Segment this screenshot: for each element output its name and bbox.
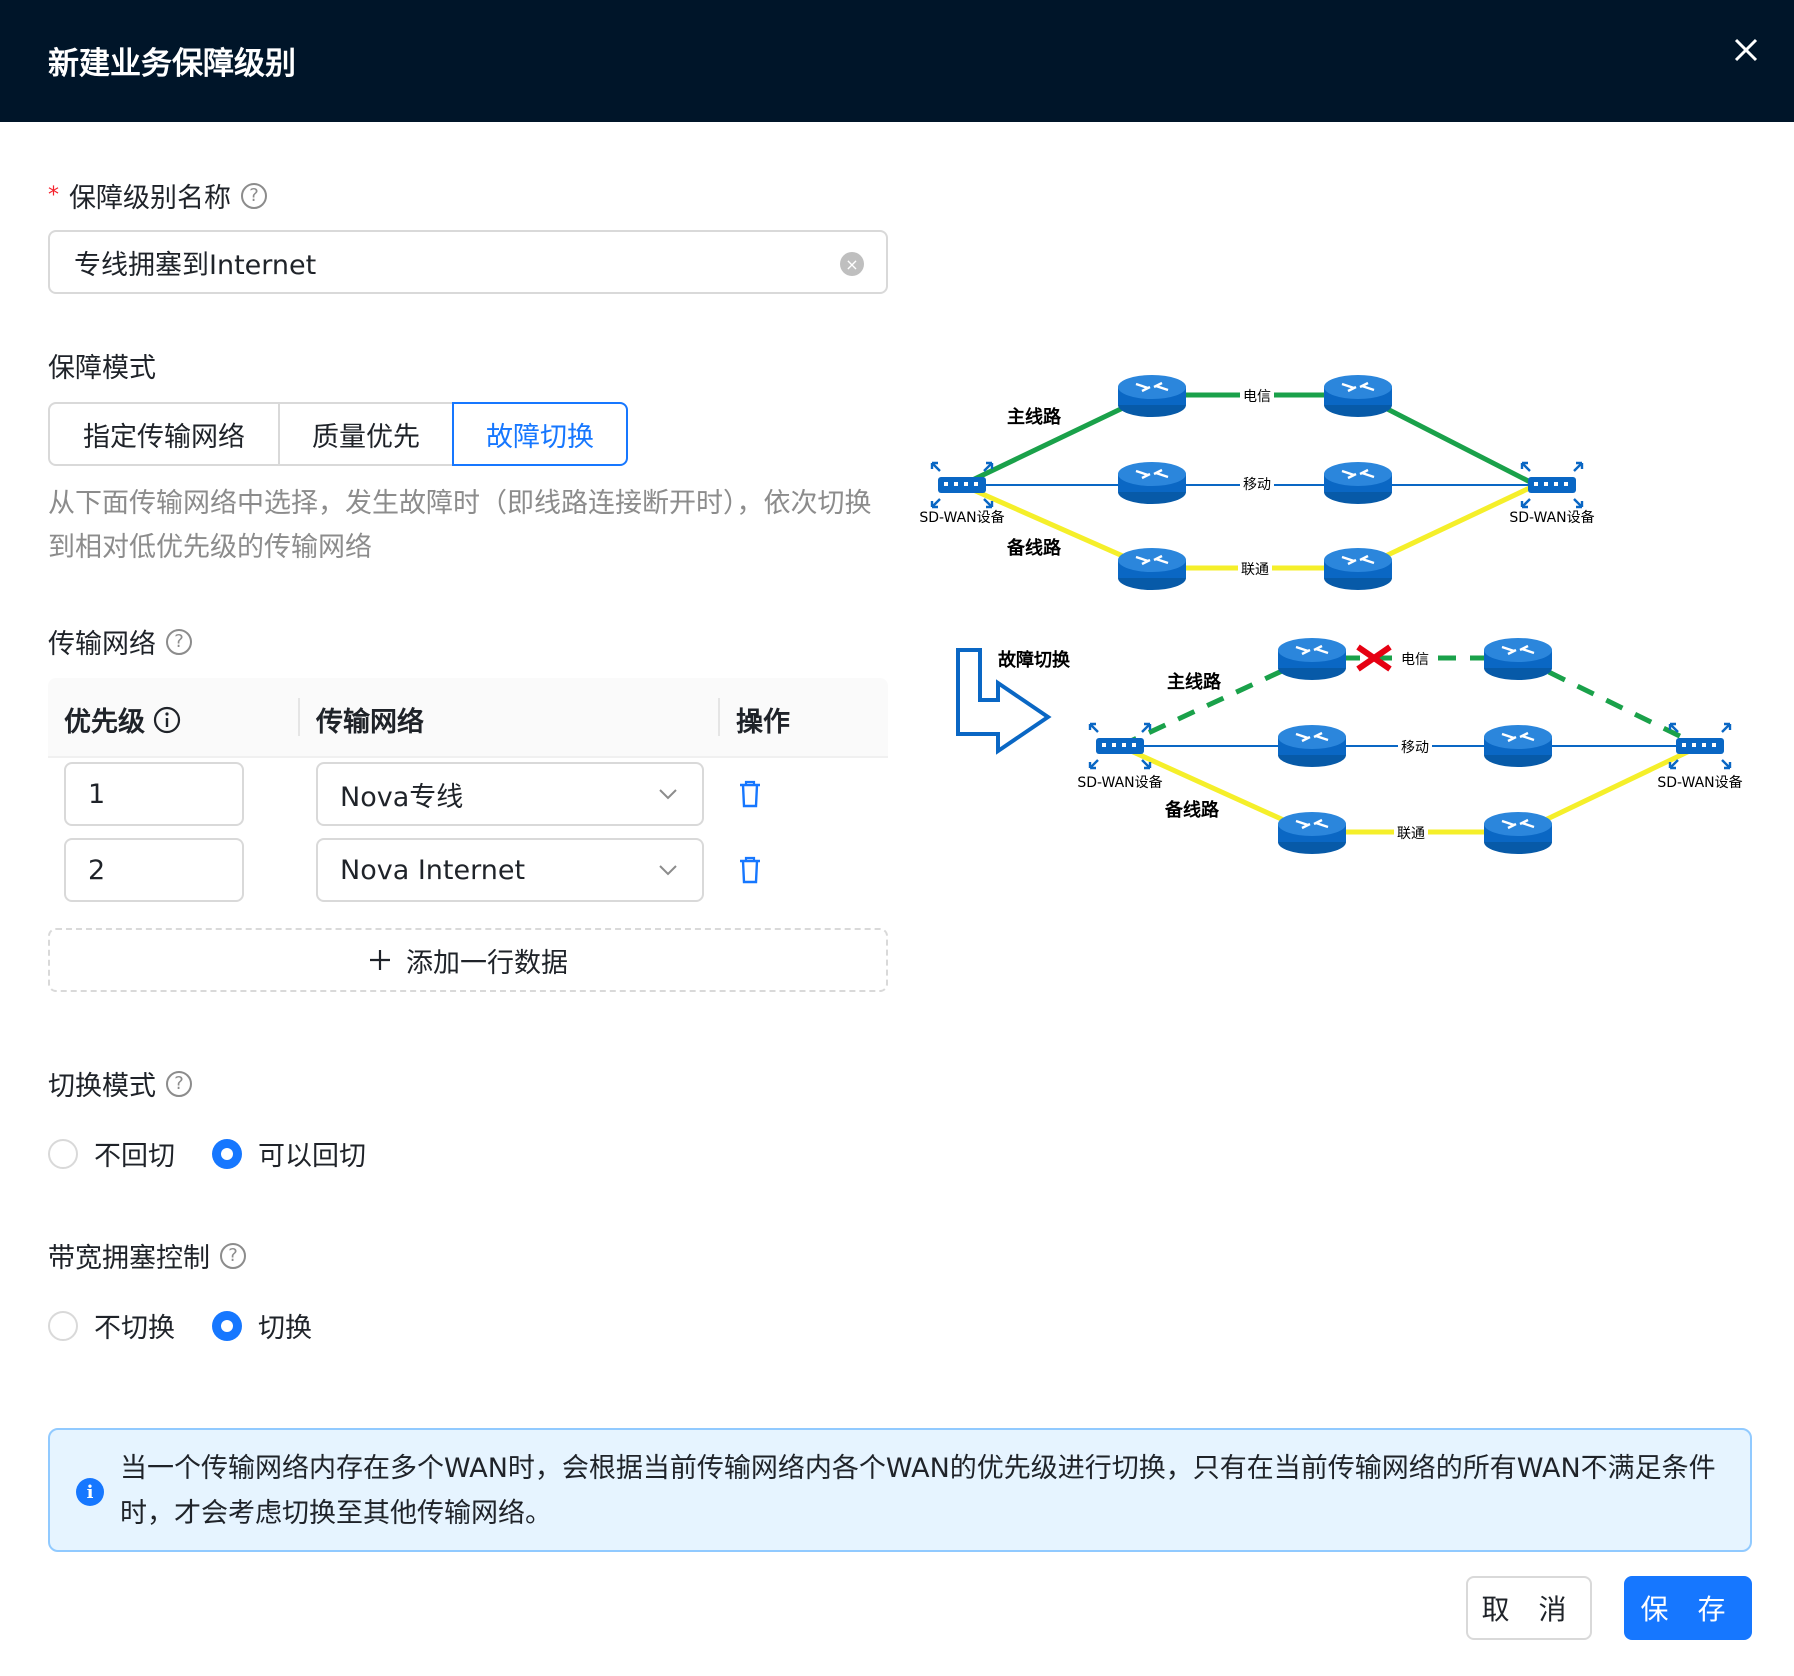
isp-label: 移动	[1243, 477, 1271, 493]
help-icon[interactable]: ?	[166, 628, 192, 655]
save-button[interactable]: 保 存	[1624, 1576, 1752, 1640]
mode-label: 保障模式	[48, 353, 156, 384]
radio-circle[interactable]	[48, 1310, 78, 1341]
radio-circle[interactable]	[48, 1138, 78, 1169]
router-icon	[1116, 460, 1188, 506]
congestion-label-text: 带宽拥塞控制	[48, 1243, 210, 1274]
backup-line-label: 备线路	[1164, 799, 1220, 821]
device-label: SD-WAN设备	[1509, 509, 1594, 526]
main-line-label: 主线路	[1007, 406, 1062, 428]
network-select[interactable]: Nova专线	[316, 762, 704, 826]
column-network: 传输网络	[316, 707, 424, 738]
help-icon[interactable]: ?	[241, 182, 267, 209]
cancel-button[interactable]: 取 消	[1466, 1576, 1592, 1640]
info-alert: i 当一个传输网络内存在多个WAN时，会根据当前传输网络内各个WAN的优先级进行…	[48, 1428, 1752, 1552]
network-label-text: 传输网络	[48, 629, 156, 660]
router-icon	[1482, 810, 1554, 856]
info-icon[interactable]	[153, 706, 181, 734]
isp-label: 电信	[1401, 652, 1429, 668]
main-line-label: 主线路	[1167, 671, 1222, 693]
router-icon	[1116, 373, 1188, 419]
normal-topology: 电信 移动 联通 主线路 备线路 SD-WAN设备 SD-WAN设备	[919, 373, 1595, 592]
router-icon	[1322, 373, 1394, 419]
mode-description: 从下面传输网络中选择，发生故障时（即线路连接断开时），依次切换到相对低优先级的传…	[48, 488, 872, 563]
device-label: SD-WAN设备	[919, 509, 1004, 526]
congestion-label: 带宽拥塞控制 ?	[48, 1236, 246, 1275]
router-icon	[1276, 723, 1348, 769]
mode-option-specified[interactable]: 指定传输网络	[48, 402, 280, 466]
network-label: 传输网络 ?	[48, 622, 192, 661]
router-icon	[1482, 636, 1554, 682]
add-row-label: 添加一行数据	[406, 947, 568, 979]
radio-label: 可以回切	[258, 1141, 366, 1172]
column-separator	[298, 698, 300, 736]
sdwan-device-icon	[1088, 722, 1152, 770]
priority-value: 1	[88, 778, 106, 810]
switch-mode-label: 切换模式 ?	[48, 1064, 192, 1103]
radio-circle-checked[interactable]	[212, 1138, 242, 1169]
failover-diagram: 电信 移动 联通 主线路 备线路 SD-WAN设备 SD-WAN设备 故障切换	[919, 373, 1743, 856]
table-header: 优先级 传输网络 操作	[48, 678, 888, 758]
device-label: SD-WAN设备	[1657, 774, 1742, 791]
failover-label: 故障切换	[998, 649, 1071, 671]
router-icon	[1276, 810, 1348, 856]
column-priority-label: 优先级	[64, 707, 145, 738]
chevron-down-icon	[659, 865, 677, 876]
sdwan-device-icon	[930, 461, 994, 509]
isp-label: 联通	[1397, 826, 1425, 842]
network-select[interactable]: Nova Internet	[316, 838, 704, 902]
column-action: 操作	[736, 707, 790, 738]
router-icon	[1116, 546, 1188, 592]
failover-topology: 电信 移动 联通 主线路 备线路 SD-WAN设备 SD-WAN设备	[1077, 636, 1743, 856]
radio-label: 不切换	[94, 1313, 175, 1344]
priority-value: 2	[88, 854, 106, 886]
required-mark: *	[48, 183, 59, 208]
alert-text: 当一个传输网络内存在多个WAN时，会根据当前传输网络内各个WAN的优先级进行切换…	[120, 1453, 1716, 1529]
sdwan-device-icon	[1520, 461, 1584, 509]
network-value: Nova Internet	[340, 854, 526, 886]
isp-label: 移动	[1401, 740, 1429, 756]
radio-no-revert[interactable]: 不回切	[48, 1134, 175, 1173]
clear-icon[interactable]: ×	[840, 252, 864, 276]
backup-line-label: 备线路	[1006, 537, 1062, 559]
isp-label: 电信	[1243, 389, 1271, 405]
router-icon	[1322, 546, 1394, 592]
radio-can-revert[interactable]: 可以回切	[212, 1134, 366, 1173]
chevron-down-icon	[659, 789, 677, 800]
close-icon[interactable]	[1726, 30, 1766, 70]
radio-switch[interactable]: 切换	[212, 1306, 312, 1345]
sdwan-device-icon	[1668, 722, 1732, 770]
device-label: SD-WAN设备	[1077, 774, 1162, 791]
delete-icon[interactable]	[738, 856, 762, 884]
dialog-header: 新建业务保障级别	[0, 0, 1794, 122]
priority-input[interactable]: 1	[64, 762, 244, 826]
name-input[interactable]: 专线拥塞到Internet ×	[48, 230, 888, 294]
router-icon	[1276, 636, 1348, 682]
column-priority: 优先级	[64, 700, 181, 739]
add-row-button[interactable]: 添加一行数据	[48, 928, 888, 992]
help-icon[interactable]: ?	[166, 1070, 192, 1097]
name-label-text: 保障级别名称	[69, 183, 231, 214]
isp-label: 联通	[1241, 562, 1269, 578]
router-icon	[1482, 723, 1554, 769]
delete-icon[interactable]	[738, 780, 762, 808]
radio-label: 不回切	[94, 1141, 175, 1172]
mode-option-failover[interactable]: 故障切换	[452, 402, 628, 466]
radio-label: 切换	[258, 1313, 312, 1344]
radio-no-switch[interactable]: 不切换	[48, 1306, 175, 1345]
router-icon	[1322, 460, 1394, 506]
switch-mode-label-text: 切换模式	[48, 1071, 156, 1102]
network-value: Nova专线	[340, 781, 464, 813]
plus-icon	[370, 950, 390, 970]
name-label: * 保障级别名称 ?	[48, 176, 267, 215]
info-icon: i	[76, 1478, 104, 1506]
radio-circle-checked[interactable]	[212, 1310, 242, 1341]
name-input-value: 专线拥塞到Internet	[74, 249, 317, 281]
column-separator	[718, 698, 720, 736]
mode-option-quality[interactable]: 质量优先	[278, 402, 454, 466]
dialog-title: 新建业务保障级别	[48, 46, 296, 82]
priority-input[interactable]: 2	[64, 838, 244, 902]
mode-segmented-control: 指定传输网络 质量优先 故障切换	[48, 402, 628, 466]
help-icon[interactable]: ?	[220, 1242, 246, 1269]
